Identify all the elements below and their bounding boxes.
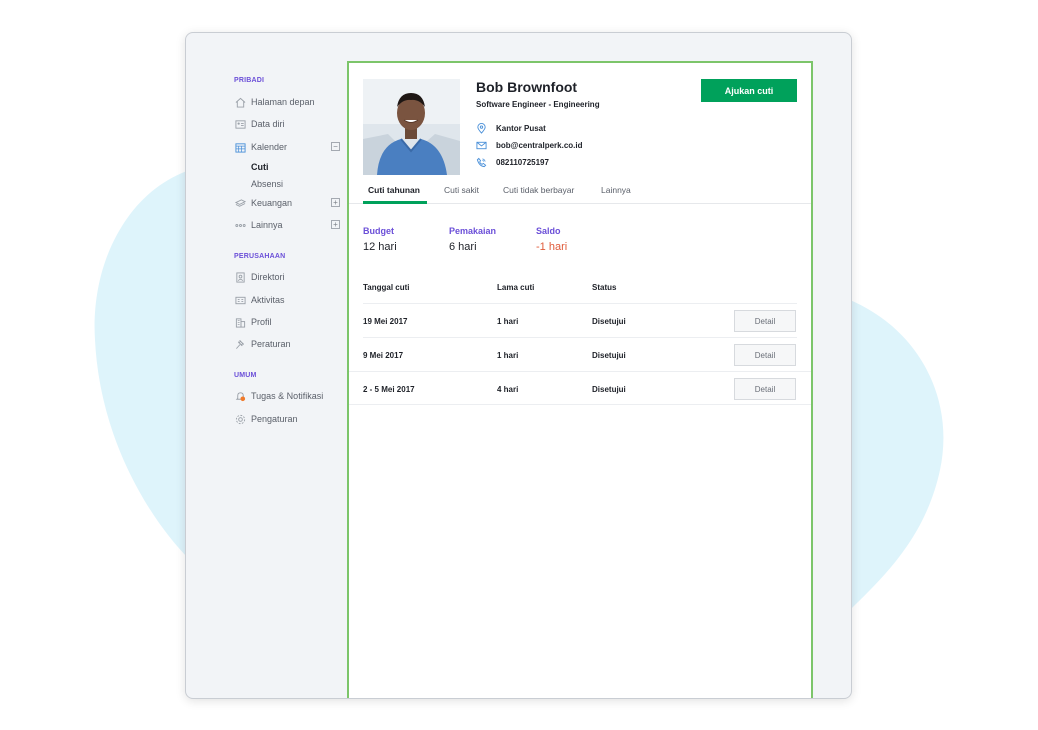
collapse-toggle-icon[interactable]: − [331,142,340,151]
detail-button[interactable]: Detail [734,344,796,366]
home-icon [234,96,246,108]
notification-badge-icon [240,396,245,401]
office-info: Kantor Pusat [476,122,546,134]
gear-icon [234,413,246,425]
employee-role: Software Engineer - Engineering [476,100,600,109]
leave-tabs: Cuti tahunan Cuti sakit Cuti tidak berba… [349,179,811,204]
leave-duration: 1 hari [497,317,519,326]
sidebar-subitem-absence[interactable]: Absensi [251,179,283,189]
id-card-icon [234,118,246,130]
usage-value: 6 hari [449,241,477,253]
column-header-duration: Lama cuti [497,283,535,292]
leave-date: 2 - 5 Mei 2017 [363,385,415,394]
budget-value: 12 hari [363,241,397,253]
directory-icon [234,271,246,283]
budget-label: Budget [363,226,394,236]
apply-leave-button[interactable]: Ajukan cuti [701,79,797,102]
leave-status: Disetujui [592,385,626,394]
sidebar-item-directory[interactable]: Direktori [234,268,340,286]
detail-button[interactable]: Detail [734,310,796,332]
sidebar-item-finance[interactable]: Keuangan + [234,194,340,212]
leave-date: 19 Mei 2017 [363,317,408,326]
table-row: 19 Mei 2017 1 hari Disetujui Detail [363,303,797,337]
location-pin-icon [476,122,488,134]
leave-duration: 1 hari [497,351,519,360]
building-icon [234,316,246,328]
column-header-date: Tanggal cuti [363,283,410,292]
profile-photo [363,79,460,175]
bell-icon [234,390,246,402]
employee-name: Bob Brownfoot [476,79,578,95]
leave-date: 9 Mei 2017 [363,351,404,360]
section-title-personal: PRIBADI [234,77,265,84]
activity-icon [234,294,246,306]
section-title-general: UMUM [234,372,257,379]
sidebar-item-home[interactable]: Halaman depan [234,93,340,111]
sidebar-subitem-leave[interactable]: Cuti [251,162,269,172]
phone-icon [476,156,488,168]
gavel-icon [234,338,246,350]
more-dots-icon [234,219,246,231]
sidebar-item-company-profile[interactable]: Profil [234,313,340,331]
sidebar-item-settings[interactable]: Pengaturan [234,410,340,428]
calendar-icon [234,141,246,153]
tab-other-leave[interactable]: Lainnya [601,185,631,204]
sidebar-item-calendar[interactable]: Kalender − [234,138,340,156]
mail-icon [476,139,488,151]
sidebar-item-profile-data[interactable]: Data diri [234,115,340,133]
sidebar: PRIBADI Halaman depan Data diri Kalender… [186,33,346,698]
table-row: 9 Mei 2017 1 hari Disetujui Detail [363,337,797,371]
sidebar-item-others[interactable]: Lainnya + [234,216,340,234]
section-title-company: PERUSAHAAN [234,253,286,260]
sidebar-item-activities[interactable]: Aktivitas [234,291,340,309]
usage-label: Pemakaian [449,226,497,236]
money-icon [234,197,246,209]
phone-info: 082110725197 [476,156,549,168]
sidebar-item-rules[interactable]: Peraturan [234,335,340,353]
column-header-status: Status [592,283,617,292]
expand-toggle-icon[interactable]: + [331,220,340,229]
app-window: PRIBADI Halaman depan Data diri Kalender… [185,32,852,699]
expand-toggle-icon[interactable]: + [331,198,340,207]
email-info: bob@centralperk.co.id [476,139,582,151]
leave-panel: Bob Brownfoot Software Engineer - Engine… [347,61,813,698]
leave-status: Disetujui [592,317,626,326]
table-row: 2 - 5 Mei 2017 4 hari Disetujui Detail [349,371,811,405]
sidebar-item-tasks[interactable]: Tugas & Notifikasi [234,387,340,405]
tab-sick-leave[interactable]: Cuti sakit [444,185,479,204]
detail-button[interactable]: Detail [734,378,796,400]
leave-status: Disetujui [592,351,626,360]
tab-unpaid-leave[interactable]: Cuti tidak berbayar [503,185,574,204]
leave-duration: 4 hari [497,385,519,394]
balance-label: Saldo [536,226,561,236]
balance-value: -1 hari [536,241,568,253]
tab-annual-leave[interactable]: Cuti tahunan [363,185,427,204]
